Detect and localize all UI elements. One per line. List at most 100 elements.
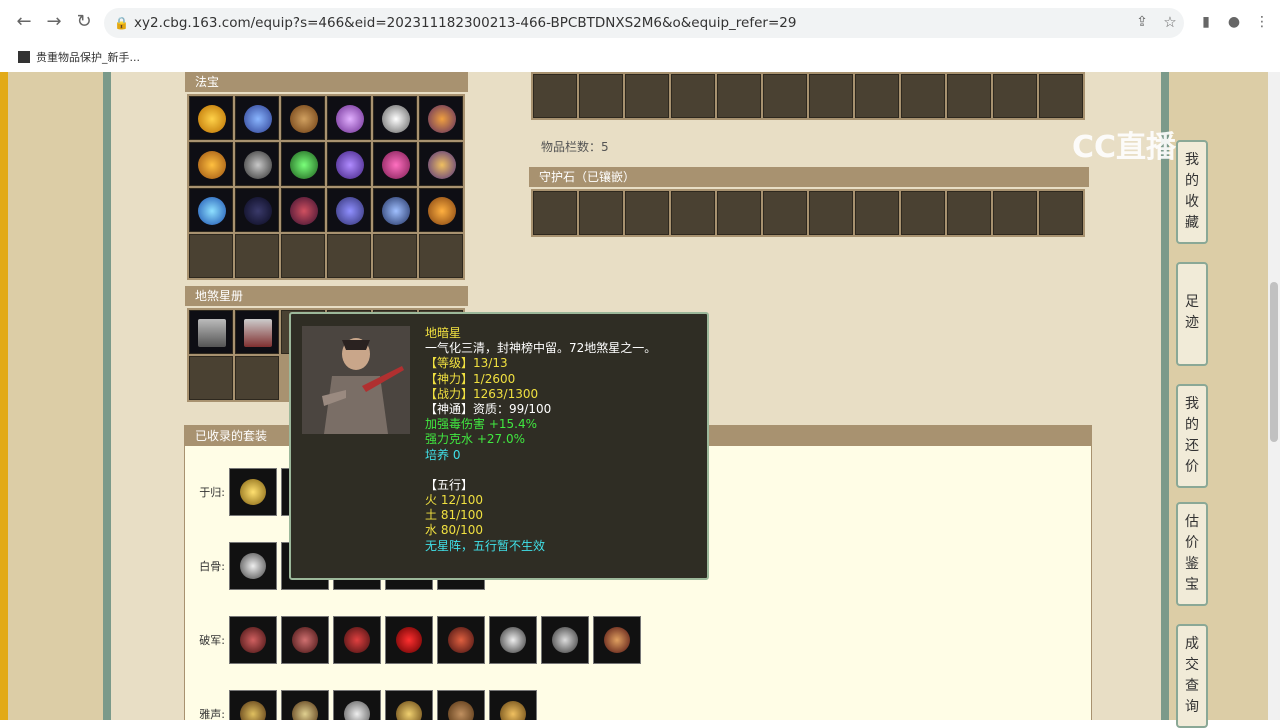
- sidepanel-icon[interactable]: ▮: [1196, 12, 1216, 32]
- bookmark-item[interactable]: 贵重物品保护_新手...: [18, 49, 140, 65]
- empty-slot: [763, 74, 807, 118]
- back-icon[interactable]: ←: [14, 12, 34, 32]
- fabao-item[interactable]: [419, 188, 463, 232]
- disha-item[interactable]: [189, 310, 233, 354]
- item-tooltip: 地暗星 一气化三清，封神榜中留。72地煞星之一。 【等级】13/13 【神力】1…: [289, 312, 709, 580]
- empty-slot: [373, 234, 417, 278]
- tooltip-peiyang: 培养 0: [425, 447, 461, 462]
- tooltip-zhanli: 【战力】1263/1300: [425, 387, 656, 402]
- empty-slot: [993, 74, 1037, 118]
- fabao-item[interactable]: [419, 96, 463, 140]
- suit-item[interactable]: [541, 616, 589, 664]
- empty-slot: [235, 234, 279, 278]
- suit-item[interactable]: [489, 616, 537, 664]
- tooltip-desc: 一气化三清，封神榜中留。72地煞星之一。: [425, 341, 657, 356]
- fabao-item[interactable]: [281, 96, 325, 140]
- suit-item[interactable]: [333, 690, 381, 720]
- fabao-item[interactable]: [373, 96, 417, 140]
- frame-right: [1161, 72, 1169, 720]
- nav-appraise[interactable]: 估价鉴宝: [1176, 502, 1208, 606]
- address-bar[interactable]: 🔒 xy2.cbg.163.com/equip?s=466&eid=202311…: [104, 8, 1184, 38]
- suit-item[interactable]: [385, 616, 433, 664]
- watermark-logo: CC直播: [1072, 130, 1177, 165]
- empty-slot: [1039, 74, 1083, 118]
- star-icon[interactable]: ☆: [1160, 12, 1180, 32]
- tooltip-shentong: 【神通】资质：99/100: [425, 402, 656, 417]
- nav-char: 价: [1185, 459, 1199, 475]
- suit-item[interactable]: [229, 616, 277, 664]
- nav-my-offers[interactable]: 我的还价: [1176, 384, 1208, 488]
- fabao-item[interactable]: [189, 188, 233, 232]
- fabao-item[interactable]: [235, 142, 279, 186]
- suit-item[interactable]: [229, 468, 277, 516]
- suit-row: 雅声:: [185, 690, 537, 720]
- fabao-item[interactable]: [189, 142, 233, 186]
- nav-char: 藏: [1185, 215, 1199, 231]
- fabao-item[interactable]: [419, 142, 463, 186]
- stat-value: 1/2600: [473, 371, 516, 386]
- url-text: xy2.cbg.163.com/equip?s=466&eid=20231118…: [134, 15, 797, 31]
- nav-deals[interactable]: 成交查询: [1176, 624, 1208, 728]
- suit-item[interactable]: [593, 616, 641, 664]
- suit-item[interactable]: [281, 690, 329, 720]
- nav-favorites[interactable]: 我的收藏: [1176, 140, 1208, 244]
- fabao-item[interactable]: [281, 142, 325, 186]
- fabao-item[interactable]: [281, 188, 325, 232]
- fabao-item[interactable]: [327, 142, 371, 186]
- fabao-item[interactable]: [189, 96, 233, 140]
- empty-slot: [717, 74, 761, 118]
- lock-icon: 🔒: [114, 16, 129, 30]
- inventory-slots: [531, 72, 1085, 120]
- empty-slot: [189, 234, 233, 278]
- disha-item[interactable]: [235, 310, 279, 354]
- empty-slot: [717, 191, 761, 235]
- suit-item[interactable]: [385, 690, 433, 720]
- suit-item[interactable]: [229, 542, 277, 590]
- bookmark-favicon-icon: [18, 51, 30, 63]
- empty-slot: [901, 191, 945, 235]
- empty-slot: [235, 356, 279, 400]
- tooltip-level: 【等级】13/13: [425, 356, 656, 371]
- scrollbar-thumb[interactable]: [1270, 282, 1278, 442]
- nav-char: 的: [1185, 417, 1199, 433]
- profile-icon[interactable]: ●: [1224, 12, 1244, 32]
- fabao-item[interactable]: [235, 188, 279, 232]
- fabao-item[interactable]: [327, 96, 371, 140]
- suit-row: 破军:: [185, 616, 641, 664]
- guardstone-slots: [531, 189, 1085, 237]
- browser-toolbar: ← → ↻ 🔒 xy2.cbg.163.com/equip?s=466&eid=…: [0, 0, 1280, 44]
- forward-icon[interactable]: →: [44, 12, 64, 32]
- suit-item[interactable]: [437, 616, 485, 664]
- fabao-item[interactable]: [373, 142, 417, 186]
- empty-slot: [533, 191, 577, 235]
- suit-item[interactable]: [229, 690, 277, 720]
- nav-char: 价: [1185, 535, 1199, 551]
- scrollbar[interactable]: [1268, 72, 1280, 720]
- empty-slot: [671, 191, 715, 235]
- suit-item[interactable]: [437, 690, 485, 720]
- menu-icon[interactable]: ⋮: [1252, 12, 1272, 32]
- stat-key: 【神通】: [425, 402, 474, 417]
- fabao-item[interactable]: [235, 96, 279, 140]
- frame-left: [103, 72, 111, 720]
- nav-char: 询: [1185, 699, 1199, 715]
- nav-history[interactable]: 足迹: [1176, 262, 1208, 366]
- stat-value: 资质：99/100: [473, 402, 552, 417]
- reload-icon[interactable]: ↻: [74, 12, 94, 32]
- nav-char: 还: [1185, 438, 1199, 454]
- guardstone-header: 守护石（已镶嵌）: [529, 167, 1089, 187]
- suit-item[interactable]: [281, 616, 329, 664]
- suit-item[interactable]: [333, 616, 381, 664]
- fabao-item[interactable]: [327, 188, 371, 232]
- empty-slot: [671, 74, 715, 118]
- fabao-grid: [187, 94, 465, 280]
- nav-char: 我: [1185, 396, 1199, 412]
- character-portrait: [302, 326, 410, 434]
- fabao-item[interactable]: [373, 188, 417, 232]
- nav-char: 鉴: [1185, 556, 1199, 572]
- empty-slot: [855, 191, 899, 235]
- share-icon[interactable]: ⇪: [1132, 12, 1152, 32]
- suit-item[interactable]: [489, 690, 537, 720]
- suit-label: 白骨:: [199, 560, 225, 573]
- bookmark-label: 贵重物品保护_新手...: [36, 51, 140, 64]
